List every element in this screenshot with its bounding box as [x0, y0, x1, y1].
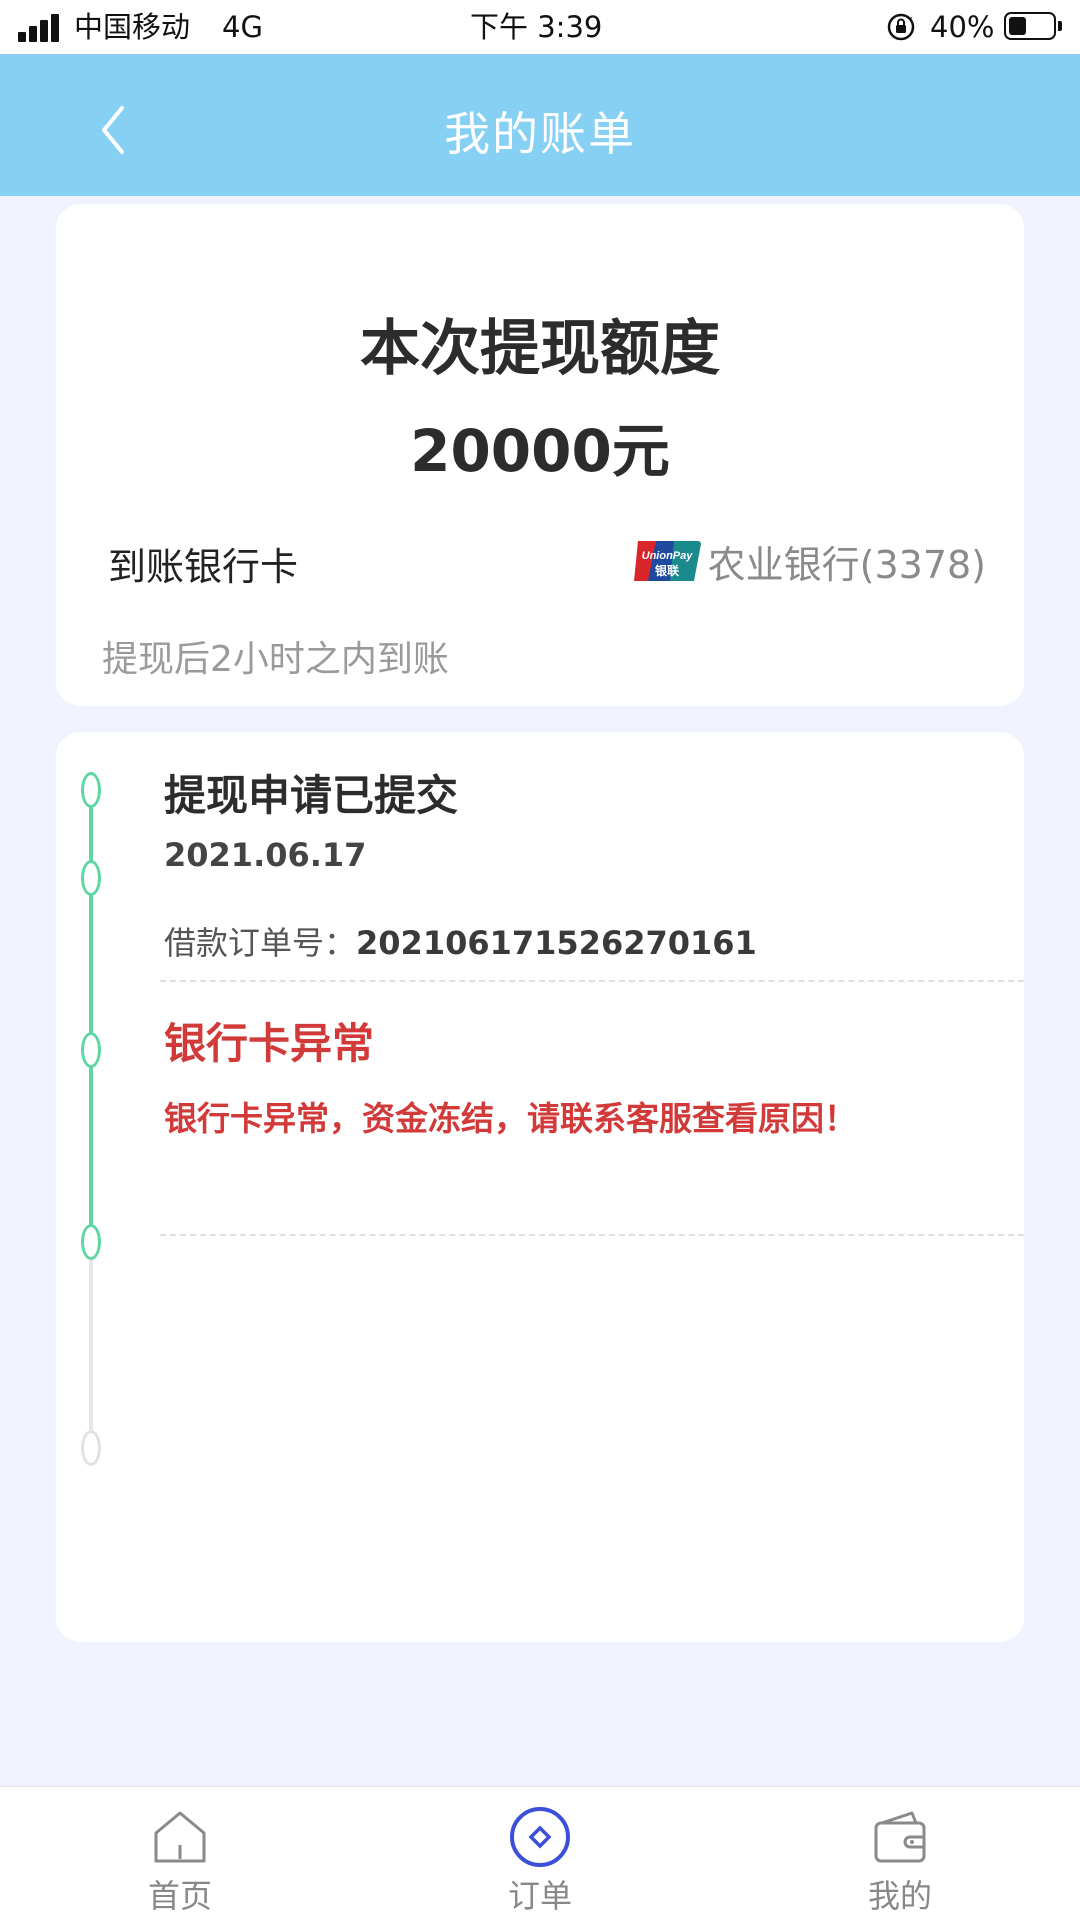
tab-mine[interactable]: 我的 — [800, 1787, 1000, 1921]
progress-timeline — [76, 772, 106, 1466]
amount-value: 20000元 — [410, 417, 670, 485]
rotation-lock-icon — [887, 13, 915, 41]
battery-icon — [1004, 12, 1062, 40]
wallet-icon — [874, 1811, 926, 1863]
step-title-submitted: 提现申请已提交 — [164, 771, 459, 820]
bank-card-info: UnionPay 银联 农业银行(3378) — [632, 536, 986, 587]
page-title: 我的账单 — [444, 107, 636, 161]
timeline-node — [81, 1430, 101, 1466]
tab-order[interactable]: 订单 — [440, 1787, 640, 1921]
tab-label: 订单 — [507, 1877, 572, 1915]
error-message: 银行卡异常，资金冻结，请联系客服查看原因！ — [164, 1099, 857, 1138]
withdrawal-summary-card: 本次提现额度 20000元 到账银行卡 UnionPay 银联 农业银行(337… — [56, 204, 1024, 706]
bank-name: 农业银行(3378) — [707, 542, 986, 587]
timeline-line-inactive — [89, 1242, 93, 1452]
order-number-row: 借款订单号：20210617152627016​1 — [164, 918, 757, 964]
order-number-label: 借款订单号： — [164, 924, 357, 962]
withdrawal-progress-card: 提现申请已提交 2021.06.17 借款订单号：202106171526270… — [56, 732, 1024, 1642]
tab-label: 我的 — [867, 1877, 932, 1915]
timeline-node — [81, 1224, 101, 1260]
step-date: 2021.06.17 — [164, 836, 367, 874]
carrier-name: 中国移动 — [74, 10, 191, 44]
timeline-line-active — [89, 772, 93, 1242]
status-bar: 中国移动 4G 下午 3:39 40% — [0, 0, 1080, 54]
order-icon — [510, 1807, 570, 1867]
step-title-error: 银行卡异常 — [164, 1019, 375, 1068]
timeline-node — [81, 1032, 101, 1068]
tab-label: 首页 — [147, 1877, 212, 1915]
tab-home[interactable]: 首页 — [80, 1787, 280, 1921]
clock: 下午 3:39 — [470, 10, 603, 44]
timeline-node — [81, 860, 101, 896]
unionpay-logo-icon: UnionPay 银联 — [633, 541, 701, 581]
battery-percent: 40% — [930, 10, 995, 44]
order-number-value: 20210617152627016​1 — [356, 924, 757, 962]
timeline-node — [81, 772, 101, 808]
amount-label: 本次提现额度 — [360, 314, 720, 384]
svg-text:UnionPay: UnionPay — [641, 550, 693, 562]
bottom-tab-bar: 首页 订单 我的 — [0, 1786, 1080, 1921]
nav-header: 我的账单 — [0, 54, 1080, 196]
signal-icon — [18, 14, 62, 42]
network-type: 4G — [222, 10, 263, 44]
arrival-note: 提现后2小时之内到账 — [102, 639, 449, 680]
bank-card-label: 到账银行卡 — [108, 545, 299, 589]
home-icon — [154, 1811, 206, 1863]
divider — [160, 1234, 1024, 1236]
divider — [160, 980, 1024, 982]
svg-text:银联: 银联 — [655, 563, 679, 578]
